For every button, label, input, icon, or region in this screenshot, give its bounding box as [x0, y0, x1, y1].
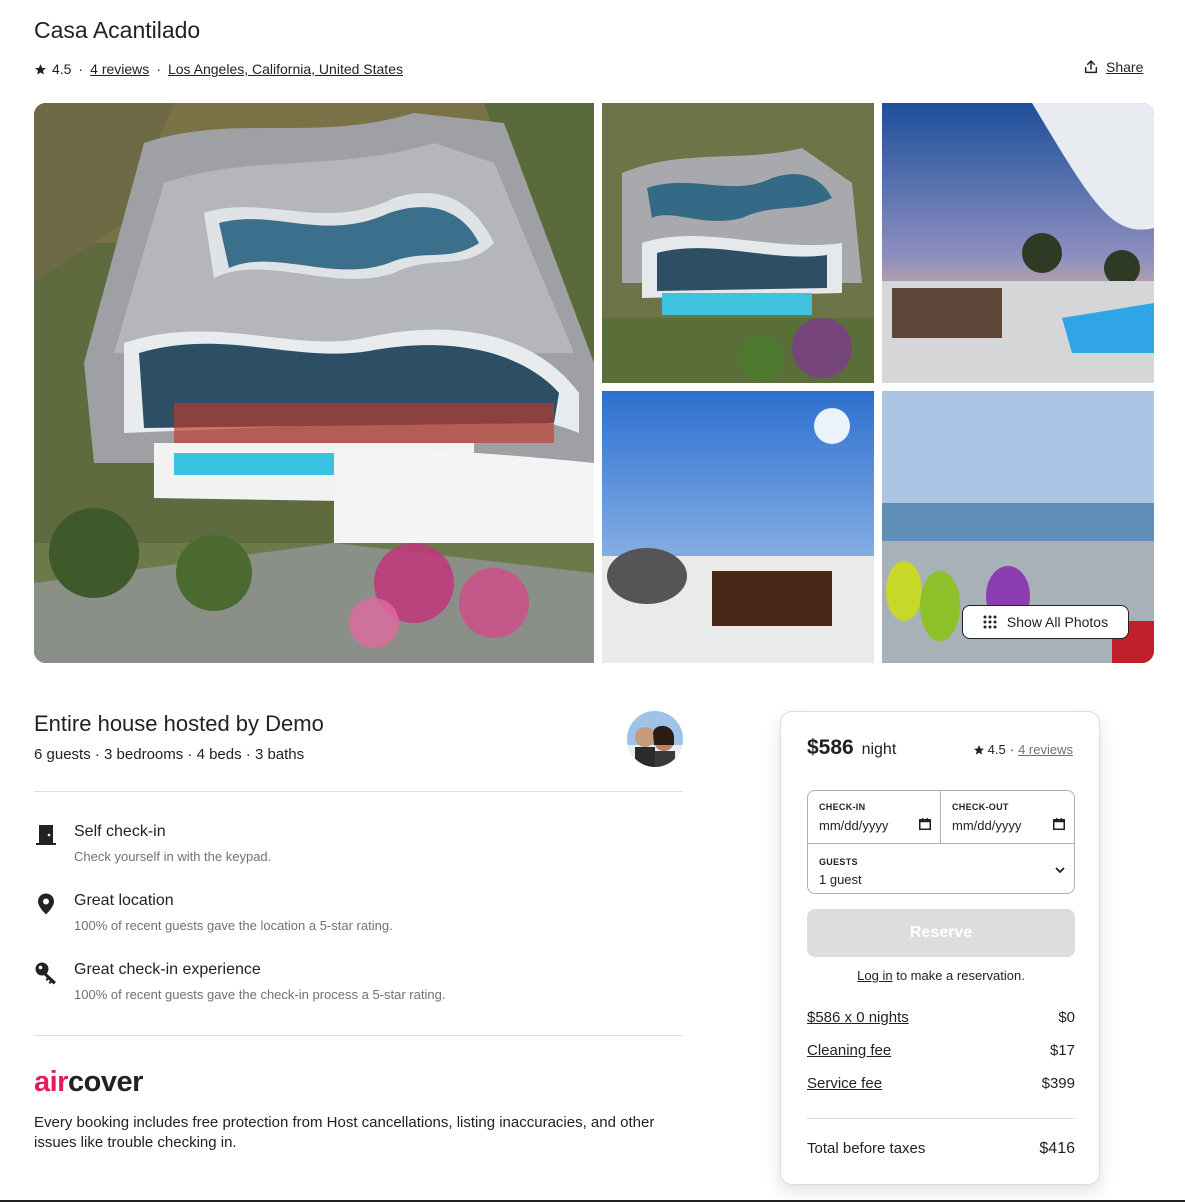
checkin-field[interactable]: CHECK-IN mm/dd/yyyy: [808, 791, 941, 843]
checkout-label: CHECK-OUT: [952, 802, 1009, 812]
date-guest-picker: CHECK-IN mm/dd/yyyy CHECK-OUT mm/dd/yyyy…: [807, 790, 1075, 894]
star-icon: [35, 63, 46, 74]
aircover-description: Every booking includes free protection f…: [34, 1114, 655, 1151]
total-label: Total before taxes: [807, 1140, 926, 1157]
line-amount: $17: [1049, 1042, 1075, 1059]
aircover-logo: aircover: [34, 1066, 143, 1098]
listing-capacity: 6 guests · 3 bedrooms · 4 beds · 3 baths: [34, 746, 305, 763]
checkout-placeholder: mm/dd/yyyy: [952, 818, 1022, 833]
star-icon: [973, 744, 984, 755]
line-label[interactable]: Cleaning fee: [807, 1042, 891, 1059]
feature-title: Great location: [74, 892, 174, 909]
separator-dot: ·: [156, 61, 161, 77]
door-icon: [36, 825, 56, 845]
host-avatar[interactable]: [627, 711, 683, 767]
price-line-cleaning: Cleaning fee $17: [807, 1042, 1075, 1062]
share-icon: [1084, 60, 1098, 74]
checkin-placeholder: mm/dd/yyyy: [819, 818, 889, 833]
house-photo: [34, 103, 594, 663]
key-icon: [35, 962, 56, 985]
price-line-service: Service fee $399: [807, 1075, 1075, 1095]
card-divider: [807, 1118, 1075, 1119]
listing-title: Casa Acantilado: [34, 17, 201, 43]
line-label[interactable]: $586 x 0 nights: [807, 1009, 909, 1026]
feature-subtitle: 100% of recent guests gave the check-in …: [74, 987, 446, 1002]
reviews-link[interactable]: 4 reviews: [90, 61, 149, 77]
reviews-link[interactable]: 4 reviews: [1018, 742, 1073, 757]
checkin-label: CHECK-IN: [819, 802, 866, 812]
section-divider: [34, 791, 683, 792]
location-pin-icon: [38, 893, 54, 915]
show-all-photos-button[interactable]: Show All Photos: [962, 605, 1129, 639]
total-amount: $416: [1039, 1140, 1075, 1157]
listing-meta: 4.5 · 4 reviews · Los Angeles, Californi…: [34, 60, 403, 78]
separator-dot: ·: [1009, 742, 1015, 757]
login-note: Log in to make a reservation.: [857, 968, 1025, 983]
calendar-icon[interactable]: [919, 818, 931, 830]
card-rating: 4.5 · 4 reviews: [973, 742, 1073, 757]
line-amount: $0: [1058, 1009, 1075, 1026]
guests-label: GUESTS: [819, 857, 858, 867]
reserve-button[interactable]: Reserve: [807, 909, 1075, 957]
show-all-photos-label: Show All Photos: [1006, 614, 1109, 630]
guests-value: 1 guest: [819, 872, 862, 887]
feature-subtitle: Check yourself in with the keypad.: [74, 849, 272, 864]
line-label[interactable]: Service fee: [807, 1075, 882, 1092]
booking-card: $586 night 4.5 · 4 reviews CHECK-IN mm/d…: [780, 711, 1100, 1185]
feature-subtitle: 100% of recent guests gave the location …: [74, 918, 393, 933]
rating-value: 4.5: [52, 61, 72, 77]
share-label[interactable]: Share: [1106, 59, 1143, 75]
feature-title: Great check-in experience: [74, 961, 261, 978]
photo-thumb-3[interactable]: [602, 391, 874, 663]
line-amount: $399: [1041, 1075, 1075, 1092]
photo-thumb-1[interactable]: [602, 103, 874, 383]
rooftop-photo: [602, 391, 874, 663]
host-title: Entire house hosted by Demo: [34, 711, 324, 736]
share-button[interactable]: Share: [1083, 59, 1143, 75]
photo-thumb-2[interactable]: [882, 103, 1154, 383]
login-link[interactable]: Log in: [857, 968, 892, 983]
rating-value: 4.5: [987, 742, 1006, 757]
grid-dots-icon: [983, 615, 997, 629]
checkout-field[interactable]: CHECK-OUT mm/dd/yyyy: [941, 791, 1074, 843]
price-line-nights: $586 x 0 nights $0: [807, 1009, 1075, 1029]
terrace-photo: [882, 103, 1154, 383]
total-before-taxes: Total before taxes $416: [807, 1140, 1075, 1160]
section-divider: [34, 1035, 683, 1036]
feature-title: Self check-in: [74, 823, 166, 840]
house-photo: [602, 103, 874, 383]
photo-main[interactable]: [34, 103, 594, 663]
calendar-icon[interactable]: [1053, 818, 1065, 830]
location-link[interactable]: Los Angeles, California, United States: [168, 61, 403, 77]
nightly-price: $586 night: [807, 736, 897, 759]
guests-select[interactable]: GUESTS 1 guest: [808, 843, 1074, 894]
separator-dot: ·: [78, 61, 84, 77]
chevron-down-icon: [1055, 867, 1065, 874]
